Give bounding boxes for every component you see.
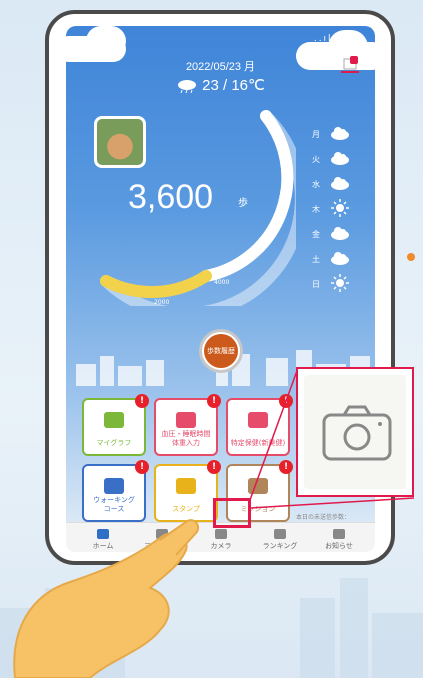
gauge-tick-4000: 4000: [214, 279, 229, 286]
tile-icon: [176, 412, 196, 428]
weekly-forecast: 月火水木金土日: [312, 124, 362, 299]
forecast-day-label: 金: [312, 230, 320, 239]
cloud-icon: [331, 227, 349, 240]
alert-badge: !: [207, 394, 221, 408]
forecast-day-label: 火: [312, 155, 320, 164]
rain-cloud-icon: [178, 80, 197, 94]
weather-display: 23 / 16℃: [66, 76, 375, 94]
alert-badge: !: [207, 460, 221, 474]
status-icons: ..ıl ᯤ ▬: [313, 34, 363, 44]
cloud-icon: [331, 177, 349, 190]
cloud-icon: [331, 127, 349, 140]
camera-zoom-callout: [296, 367, 414, 497]
forecast-day: 火: [312, 149, 362, 174]
tab-chat[interactable]: お知らせ: [314, 523, 364, 552]
sun-icon: [331, 274, 349, 292]
forecast-day: 木: [312, 199, 362, 224]
tile-label: 血圧・睡眠時間 体重入力: [161, 430, 211, 447]
cloud-icon: [331, 152, 349, 165]
notification-bell-icon[interactable]: [341, 56, 359, 74]
forecast-day: 金: [312, 224, 362, 249]
pointing-hand-illustration: [13, 519, 200, 678]
current-date: 2022/05/23 月: [185, 61, 256, 73]
weather-temperature: 23 / 16℃: [202, 77, 265, 94]
status-time: 13:13: [94, 31, 120, 42]
forecast-day-label: 日: [312, 280, 320, 289]
forecast-day: 日: [312, 274, 362, 299]
tile-icon: [104, 412, 124, 428]
status-bar: 13:13 ..ıl ᯤ ▬: [66, 26, 375, 46]
step-history-button[interactable]: 歩数履歴: [199, 329, 243, 373]
sun-icon: [331, 199, 349, 217]
forecast-day-label: 土: [312, 255, 320, 264]
tab-crown[interactable]: ランキング: [255, 523, 305, 552]
forecast-day-label: 水: [312, 180, 320, 189]
chat-icon: [333, 529, 345, 539]
forecast-day-label: 木: [312, 205, 320, 214]
forecast-day: 水: [312, 174, 362, 199]
step-count: 3,600: [128, 178, 214, 216]
alert-badge: !: [135, 460, 149, 474]
decoration-dot: [407, 253, 415, 261]
tile-icon: [176, 478, 196, 494]
menu-tile[interactable]: 血圧・睡眠時間 体重入力!: [154, 394, 221, 456]
tile-icon: [104, 478, 124, 494]
tab-label: ランキング: [262, 542, 298, 550]
camera-icon: [322, 405, 392, 461]
gauge-tick-2000: 2000: [154, 299, 169, 306]
step-history-label: 歩数履歴: [204, 334, 238, 368]
cloud-icon: [331, 252, 349, 265]
unsent-steps-notice: 本日の未送信歩数：: [296, 514, 351, 521]
menu-tile[interactable]: マイグラフ!: [82, 394, 149, 456]
tile-label: マイグラフ: [96, 439, 132, 447]
alert-badge: !: [135, 394, 149, 408]
forecast-day-label: 月: [312, 130, 320, 139]
gauge-progress: [100, 270, 212, 299]
tab-label: お知らせ: [325, 542, 353, 550]
zoom-inner: [304, 375, 406, 489]
forecast-day: 月: [312, 124, 362, 149]
crown-icon: [274, 529, 286, 539]
step-unit: 歩: [238, 198, 248, 209]
forecast-day: 土: [312, 249, 362, 274]
